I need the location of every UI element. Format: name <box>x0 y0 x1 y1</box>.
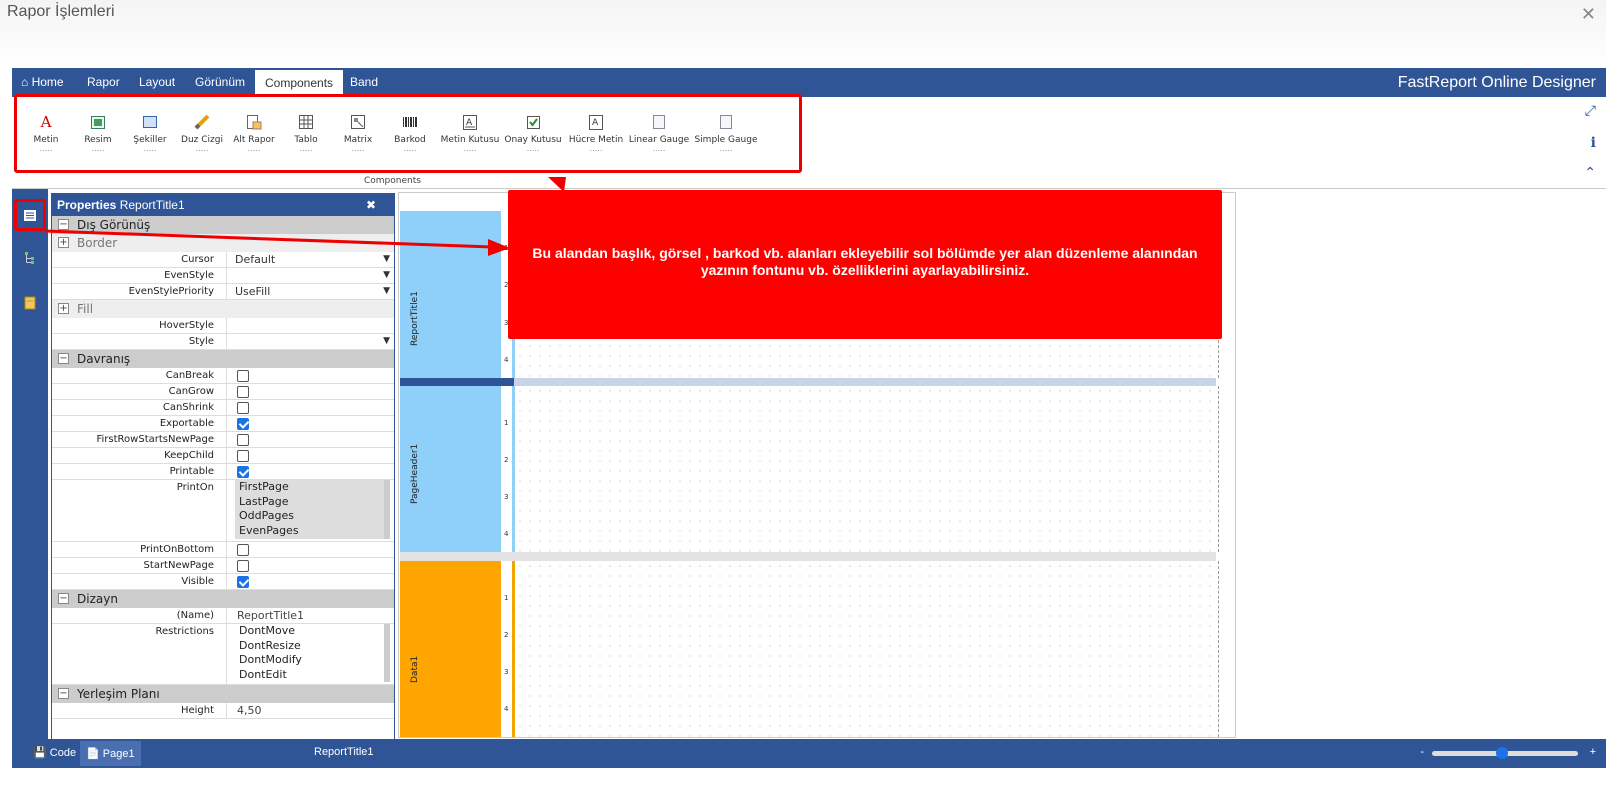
selected-object-label: ReportTitle1 <box>314 746 374 758</box>
zoom-slider[interactable] <box>1432 747 1578 759</box>
zoom-in-button[interactable]: + <box>1590 746 1596 758</box>
arrow-right-head <box>488 239 510 256</box>
annotation-arrows <box>44 177 566 256</box>
code-tab[interactable]: 💾 Code <box>33 746 76 759</box>
page-tab[interactable]: 📄 Page1 <box>80 741 141 766</box>
code-label: Code <box>49 747 77 759</box>
status-bar: 💾 Code 📄 Page1 ReportTitle1 - + <box>12 739 1606 768</box>
zoom-out-button[interactable]: - <box>1420 746 1424 758</box>
page-label: Page1 <box>102 748 135 760</box>
report-designer-window: Rapor İşlemleri ✕ ⌂ Home Rapor Layout Gö… <box>0 0 1606 796</box>
arrow-line <box>44 229 493 249</box>
page-icon: 📄 <box>86 748 100 760</box>
code-icon: 💾 <box>33 747 47 759</box>
instruction-callout: Bu alandan başlık, görsel , barkod vb. a… <box>508 190 1222 339</box>
zoom-slider-handle[interactable] <box>1496 747 1508 759</box>
